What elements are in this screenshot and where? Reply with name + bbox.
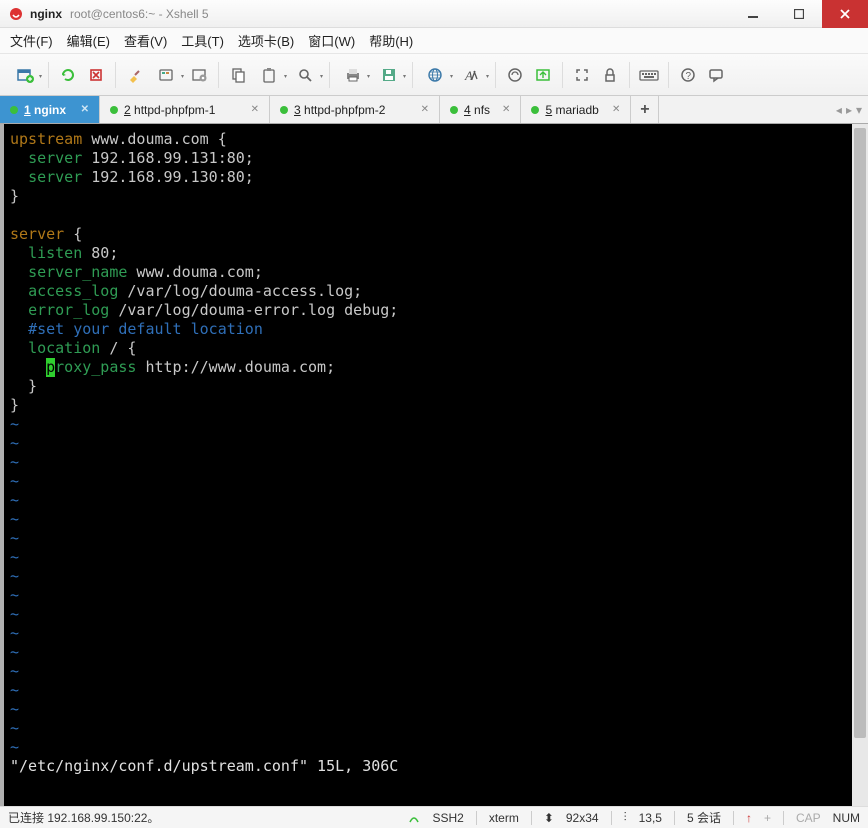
status-dot-icon (10, 106, 18, 114)
menu-tabs[interactable]: 选项卡(B) (238, 31, 294, 50)
session-tab-nginx[interactable]: 1 nginx ✕ (0, 96, 100, 123)
toolbar-separator (329, 62, 330, 88)
status-dot-icon (280, 106, 288, 114)
status-separator (611, 811, 612, 825)
tab-close-icon[interactable]: ✕ (75, 104, 89, 115)
tab-next-icon[interactable]: ▸ (846, 103, 852, 117)
toolbar-separator (562, 62, 563, 88)
toolbar-separator (218, 62, 219, 88)
palette-icon[interactable]: ▾ (150, 62, 184, 88)
app-icon (8, 6, 24, 22)
menu-window[interactable]: 窗口(W) (308, 31, 355, 50)
status-separator (733, 811, 734, 825)
statusbar: 已连接 192.168.99.150:22。 SSH2 xterm ⬍ 92x3… (0, 806, 868, 828)
tab-close-icon[interactable]: ✕ (606, 104, 620, 115)
scrollbar-thumb[interactable] (854, 128, 866, 738)
term-type: xterm (489, 811, 519, 825)
maximize-button[interactable] (776, 0, 822, 28)
sessions-count: 5 会话 (687, 809, 721, 826)
copy-icon[interactable] (225, 62, 251, 88)
session-tab-nfs[interactable]: 4 nfs ✕ (440, 96, 521, 123)
menu-tools[interactable]: 工具(T) (181, 31, 224, 50)
xftp-icon[interactable] (530, 62, 556, 88)
tab-close-icon[interactable]: ✕ (496, 104, 510, 115)
toolbar-separator (115, 62, 116, 88)
tab-label: 4 nfs (464, 103, 490, 117)
tab-prev-icon[interactable]: ◂ (836, 103, 842, 117)
print-icon[interactable]: ▾ (336, 62, 370, 88)
disconnect-icon[interactable] (83, 62, 109, 88)
status-separator (476, 811, 477, 825)
paste-icon[interactable]: ▾ (253, 62, 287, 88)
caps-indicator: CAP (796, 811, 821, 825)
tab-label: 2 httpd-phpfpm-1 (124, 103, 215, 117)
window-subtitle: root@centos6:~ - Xshell 5 (70, 7, 209, 21)
session-tab-httpd-phpfpm-2[interactable]: 3 httpd-phpfpm-2 ✕ (270, 96, 440, 123)
tab-label: 1 nginx (24, 103, 66, 117)
help-icon[interactable]: ? (675, 62, 701, 88)
plus-indicator: + (764, 811, 771, 825)
connection-status: 已连接 192.168.99.150:22。 (8, 809, 159, 826)
toolbar-separator (668, 62, 669, 88)
window-buttons (730, 0, 868, 28)
new-session-icon[interactable]: ▾ (8, 62, 42, 88)
svg-text:?: ? (686, 71, 692, 82)
tab-label: 5 mariadb (545, 103, 598, 117)
feedback-icon[interactable] (703, 62, 729, 88)
toolbar-separator (495, 62, 496, 88)
protocol: SSH2 (432, 811, 463, 825)
maximize-small-icon: ⬍ (544, 811, 554, 825)
terminal[interactable]: upstream www.douma.com { server 192.168.… (0, 124, 868, 806)
titlebar: nginx root@centos6:~ - Xshell 5 (0, 0, 868, 28)
svg-text:A: A (464, 68, 473, 83)
toolbar-separator (48, 62, 49, 88)
fullscreen-icon[interactable] (569, 62, 595, 88)
status-dot-icon (450, 106, 458, 114)
session-tab-httpd-phpfpm-1[interactable]: 2 httpd-phpfpm-1 ✕ (100, 96, 270, 123)
tab-list-icon[interactable]: ▾ (856, 103, 862, 117)
reconnect-icon[interactable] (55, 62, 81, 88)
toolbar-separator (412, 62, 413, 88)
tabstrip: 1 nginx ✕ 2 httpd-phpfpm-1 ✕ 3 httpd-php… (0, 96, 868, 124)
status-separator (783, 811, 784, 825)
save-icon[interactable]: ▾ (372, 62, 406, 88)
tab-nav: ◂ ▸ ▾ (830, 96, 868, 123)
close-button[interactable] (822, 0, 868, 28)
menu-edit[interactable]: 编辑(E) (67, 31, 110, 50)
keyboard-icon[interactable] (636, 62, 662, 88)
window-title: nginx (30, 7, 62, 21)
load-value: 13,5 (639, 811, 662, 825)
globe-icon[interactable]: ▾ (419, 62, 453, 88)
terminal-content: upstream www.douma.com { server 192.168.… (10, 130, 862, 776)
search-icon[interactable]: ▾ (289, 62, 323, 88)
upload-arrow-icon: ↑ (746, 811, 752, 825)
tab-close-icon[interactable]: ✕ (415, 104, 429, 115)
font-icon[interactable]: A ▾ (455, 62, 489, 88)
toolbar-separator (629, 62, 630, 88)
jump-icon[interactable] (408, 812, 420, 824)
load-icon: ⫶ (624, 810, 627, 825)
menu-file[interactable]: 文件(F) (10, 31, 53, 50)
term-size: 92x34 (566, 811, 599, 825)
new-tab-button[interactable]: + (631, 96, 659, 123)
minimize-button[interactable] (730, 0, 776, 28)
status-dot-icon (110, 106, 118, 114)
menu-help[interactable]: 帮助(H) (369, 31, 413, 50)
status-separator (531, 811, 532, 825)
status-separator (674, 811, 675, 825)
menu-view[interactable]: 查看(V) (124, 31, 167, 50)
scrollbar[interactable] (852, 124, 868, 806)
menubar: 文件(F) 编辑(E) 查看(V) 工具(T) 选项卡(B) 窗口(W) 帮助(… (0, 28, 868, 54)
highlight-icon[interactable] (122, 62, 148, 88)
status-dot-icon (531, 106, 539, 114)
num-indicator: NUM (833, 811, 860, 825)
tab-close-icon[interactable]: ✕ (245, 104, 259, 115)
xagent-icon[interactable] (502, 62, 528, 88)
toolbar: ▾ ▾ ▾ ▾ ▾ ▾ ▾ A ▾ (0, 54, 868, 96)
session-tab-mariadb[interactable]: 5 mariadb ✕ (521, 96, 631, 123)
settings-icon[interactable] (186, 62, 212, 88)
tab-label: 3 httpd-phpfpm-2 (294, 103, 385, 117)
lock-icon[interactable] (597, 62, 623, 88)
